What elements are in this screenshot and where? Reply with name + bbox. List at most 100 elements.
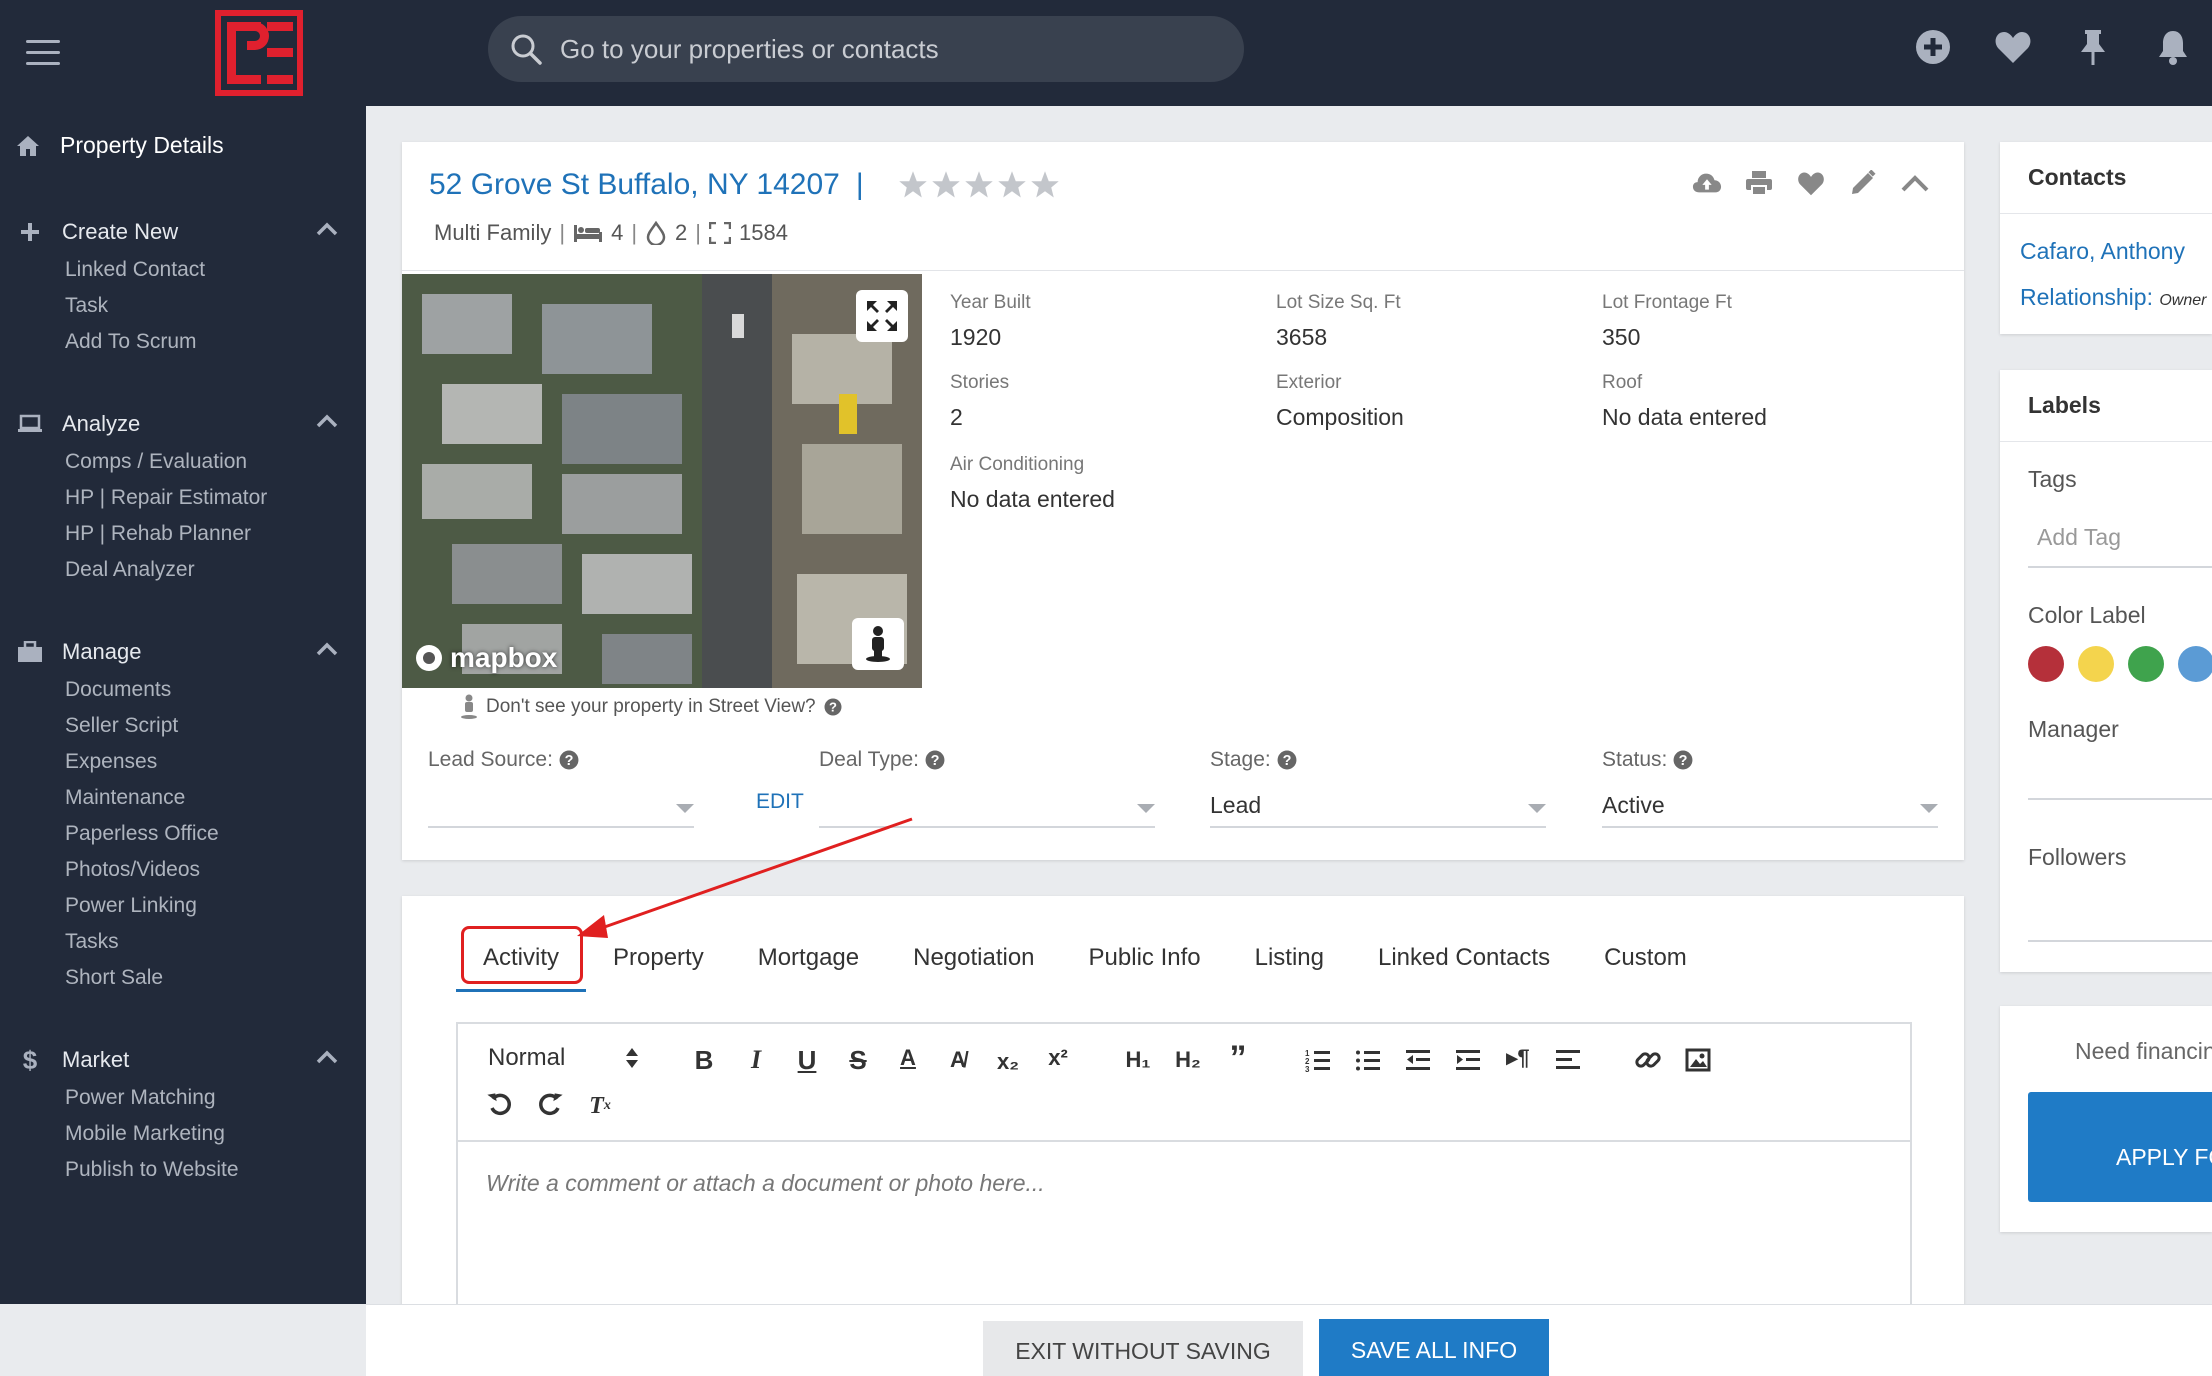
- sidebar-header-market[interactable]: $ Market: [0, 1040, 366, 1080]
- rating-stars[interactable]: [898, 170, 1060, 200]
- sidebar-item-power-linking[interactable]: Power Linking: [0, 888, 366, 924]
- sidebar-item-linked-contact[interactable]: Linked Contact: [0, 252, 366, 288]
- format-select[interactable]: Normal: [488, 1044, 639, 1072]
- print-icon[interactable]: [1744, 168, 1774, 198]
- sidebar-item-publish-to-website[interactable]: Publish to Website: [0, 1152, 366, 1188]
- text-direction-icon[interactable]: ▸¶: [1502, 1042, 1534, 1074]
- subscript-icon[interactable]: x₂: [992, 1046, 1024, 1078]
- clear-format-icon[interactable]: Tx: [584, 1090, 616, 1122]
- edit-lead-source-link[interactable]: EDIT: [756, 790, 804, 814]
- manager-underline[interactable]: [2028, 798, 2212, 800]
- sidebar-item-power-matching[interactable]: Power Matching: [0, 1080, 366, 1116]
- question-circle-icon[interactable]: ?: [925, 750, 945, 770]
- indent-icon[interactable]: [1452, 1044, 1484, 1076]
- sidebar-item-task[interactable]: Task: [0, 288, 366, 324]
- cloud-upload-icon[interactable]: [1692, 168, 1722, 198]
- sidebar-item-property-details[interactable]: Property Details: [16, 132, 224, 159]
- hamburger-menu-icon[interactable]: [26, 40, 60, 65]
- chevron-up-icon[interactable]: [316, 642, 338, 656]
- sidebar-item-rehab-planner[interactable]: HP | Rehab Planner: [0, 516, 366, 552]
- pencil-edit-icon[interactable]: [1848, 168, 1878, 198]
- tab-mortgage[interactable]: Mortgage: [731, 932, 886, 992]
- bullet-list-icon[interactable]: [1352, 1044, 1384, 1076]
- comment-input[interactable]: Write a comment or attach a document or …: [486, 1170, 1045, 1197]
- fullscreen-button[interactable]: [856, 290, 908, 342]
- add-tag-input[interactable]: Add Tag: [2037, 524, 2121, 551]
- question-circle-icon[interactable]: ?: [1277, 750, 1297, 770]
- pin-icon[interactable]: [2074, 28, 2112, 66]
- tab-linked-contacts[interactable]: Linked Contacts: [1351, 932, 1577, 992]
- chevron-up-icon[interactable]: [1900, 168, 1930, 198]
- sidebar-item-maintenance[interactable]: Maintenance: [0, 780, 366, 816]
- star-icon[interactable]: [997, 170, 1027, 200]
- status-select[interactable]: Status: ? Active: [1602, 748, 1938, 828]
- bold-icon[interactable]: B: [688, 1044, 720, 1076]
- chevron-up-icon[interactable]: [316, 414, 338, 428]
- sidebar-item-expenses[interactable]: Expenses: [0, 744, 366, 780]
- heart-icon[interactable]: [1994, 28, 2032, 66]
- lead-source-select[interactable]: Lead Source: ?: [428, 748, 694, 828]
- sidebar-header-create-new[interactable]: Create New: [0, 212, 366, 252]
- sidebar-item-add-to-scrum[interactable]: Add To Scrum: [0, 324, 366, 360]
- tab-listing[interactable]: Listing: [1228, 932, 1351, 992]
- superscript-icon[interactable]: x²: [1042, 1042, 1074, 1074]
- undo-icon[interactable]: [484, 1088, 516, 1120]
- align-icon[interactable]: [1552, 1044, 1584, 1076]
- apply-for-funding-button[interactable]: APPLY FOR FUNDING: [2028, 1092, 2212, 1202]
- heart-icon[interactable]: [1796, 168, 1826, 198]
- image-icon[interactable]: [1682, 1044, 1714, 1076]
- tab-negotiation[interactable]: Negotiation: [886, 932, 1061, 992]
- italic-icon[interactable]: I: [740, 1044, 772, 1076]
- sidebar-item-tasks[interactable]: Tasks: [0, 924, 366, 960]
- save-all-info-button[interactable]: SAVE ALL INFO: [1319, 1319, 1549, 1376]
- sidebar-header-manage[interactable]: Manage: [0, 632, 366, 672]
- sidebar-header-analyze[interactable]: Analyze: [0, 404, 366, 444]
- tab-public-info[interactable]: Public Info: [1062, 932, 1228, 992]
- star-icon[interactable]: [931, 170, 961, 200]
- sidebar-item-photos-videos[interactable]: Photos/Videos: [0, 852, 366, 888]
- sidebar-item-short-sale[interactable]: Short Sale: [0, 960, 366, 996]
- question-circle-icon[interactable]: ?: [1673, 750, 1693, 770]
- app-logo[interactable]: [215, 10, 303, 96]
- redo-icon[interactable]: [534, 1088, 566, 1120]
- outdent-icon[interactable]: [1402, 1044, 1434, 1076]
- tab-custom[interactable]: Custom: [1577, 932, 1714, 992]
- tab-property[interactable]: Property: [586, 932, 731, 992]
- question-circle-icon[interactable]: ?: [824, 698, 842, 716]
- chevron-up-icon[interactable]: [316, 222, 338, 236]
- property-address[interactable]: 52 Grove St Buffalo, NY 14207 |: [429, 168, 880, 202]
- star-icon[interactable]: [1030, 170, 1060, 200]
- sidebar-item-paperless-office[interactable]: Paperless Office: [0, 816, 366, 852]
- heading2-icon[interactable]: H₂: [1172, 1044, 1204, 1076]
- color-swatch-blue[interactable]: [2178, 646, 2212, 682]
- plus-circle-icon[interactable]: [1914, 28, 1952, 66]
- strikethrough-icon[interactable]: S: [842, 1044, 874, 1076]
- sidebar-item-seller-script[interactable]: Seller Script: [0, 708, 366, 744]
- ordered-list-icon[interactable]: 123: [1302, 1044, 1334, 1076]
- sidebar-item-comps[interactable]: Comps / Evaluation: [0, 444, 366, 480]
- color-swatch-yellow[interactable]: [2078, 646, 2114, 682]
- exit-without-saving-button[interactable]: EXIT WITHOUT SAVING: [983, 1321, 1303, 1376]
- followers-underline[interactable]: [2028, 940, 2212, 942]
- chevron-up-icon[interactable]: [316, 1050, 338, 1064]
- street-view-help[interactable]: Don't see your property in Street View? …: [460, 694, 842, 720]
- street-view-button[interactable]: [852, 618, 904, 670]
- sidebar-item-mobile-marketing[interactable]: Mobile Marketing: [0, 1116, 366, 1152]
- search-input[interactable]: [560, 33, 1200, 65]
- contact-name-link[interactable]: Cafaro, Anthony: [2020, 238, 2185, 265]
- blockquote-icon[interactable]: ”: [1222, 1039, 1254, 1077]
- sidebar-item-documents[interactable]: Documents: [0, 672, 366, 708]
- bell-icon[interactable]: [2154, 28, 2192, 66]
- text-color-icon[interactable]: A: [892, 1042, 924, 1074]
- global-search[interactable]: [488, 16, 1244, 82]
- heading1-icon[interactable]: H₁: [1122, 1044, 1154, 1076]
- star-icon[interactable]: [964, 170, 994, 200]
- color-swatch-green[interactable]: [2128, 646, 2164, 682]
- star-icon[interactable]: [898, 170, 928, 200]
- color-swatch-red[interactable]: [2028, 646, 2064, 682]
- satellite-map[interactable]: mapbox: [402, 274, 922, 688]
- deal-type-select[interactable]: Deal Type: ?: [819, 748, 1155, 828]
- sidebar-item-deal-analyzer[interactable]: Deal Analyzer: [0, 552, 366, 588]
- background-color-icon[interactable]: A̸: [942, 1044, 974, 1076]
- sidebar-item-repair-estimator[interactable]: HP | Repair Estimator: [0, 480, 366, 516]
